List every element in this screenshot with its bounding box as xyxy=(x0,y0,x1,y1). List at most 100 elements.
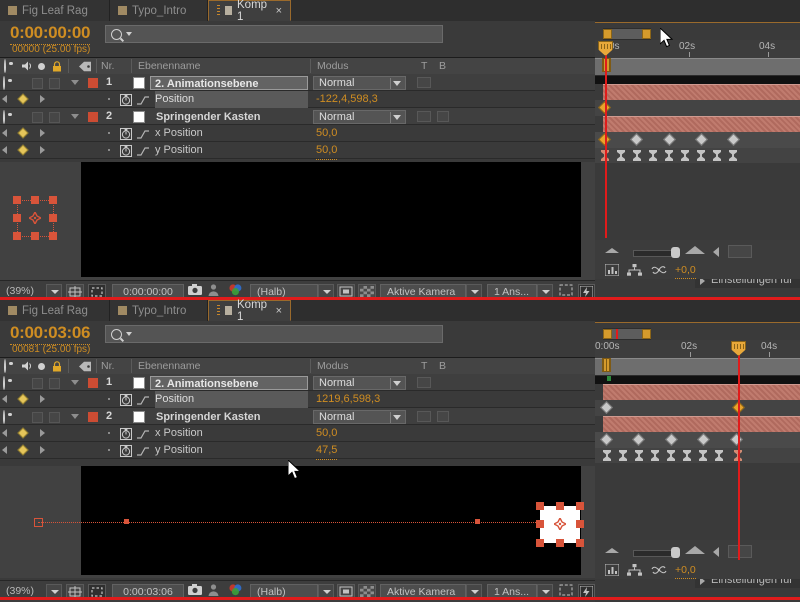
blend-mode-select[interactable]: Normal xyxy=(313,410,406,424)
lock-icon[interactable] xyxy=(52,61,62,75)
collapse-arrow-icon[interactable] xyxy=(713,247,719,257)
table-row[interactable]: Position -122,4,598,3 xyxy=(0,91,595,109)
collapse-arrow-icon[interactable] xyxy=(713,547,719,557)
property-value[interactable]: 1219,6,598,3 xyxy=(316,391,381,409)
layer-bar-1[interactable] xyxy=(603,84,800,101)
table-row[interactable]: Position 1219,6,598,3 xyxy=(0,391,595,409)
graph-toggle-button[interactable] xyxy=(728,245,752,258)
track-matte-box[interactable] xyxy=(417,411,431,422)
search-input[interactable] xyxy=(105,325,443,343)
keyframe-navigator[interactable] xyxy=(2,93,48,105)
graph-editor-icon[interactable] xyxy=(137,95,150,105)
tab-fig-leaf-rag[interactable]: Fig Leaf Rag xyxy=(0,300,110,321)
hold-keyframe[interactable] xyxy=(683,450,691,461)
hierarchy-icon[interactable] xyxy=(627,264,642,279)
keyframe[interactable] xyxy=(665,433,678,446)
keyframe-diamond-icon[interactable] xyxy=(17,444,29,456)
eye-icon[interactable] xyxy=(4,59,6,73)
hold-keyframe[interactable] xyxy=(665,150,673,161)
hold-keyframe[interactable] xyxy=(651,450,659,461)
hold-keyframe[interactable] xyxy=(729,150,737,161)
time-navigator-top[interactable] xyxy=(603,28,651,40)
column-header-mode[interactable]: Modus xyxy=(317,358,349,374)
column-header-b[interactable]: B xyxy=(439,58,446,74)
track-matte-box[interactable] xyxy=(417,77,431,88)
lock-icon[interactable] xyxy=(52,361,62,375)
label-color-swatch[interactable] xyxy=(88,112,98,122)
keyframe-diamond-icon[interactable] xyxy=(17,144,29,156)
column-header-mode[interactable]: Modus xyxy=(317,58,349,74)
stopwatch-icon[interactable] xyxy=(120,394,132,406)
keyframe[interactable] xyxy=(730,433,743,446)
hold-keyframe[interactable] xyxy=(619,450,627,461)
keyframe[interactable] xyxy=(695,133,708,146)
hold-keyframe[interactable] xyxy=(699,450,707,461)
chevron-down-icon[interactable] xyxy=(71,80,79,85)
search-input[interactable] xyxy=(105,25,443,43)
graph-editor-icon[interactable] xyxy=(137,146,150,156)
property-name[interactable]: x Position xyxy=(155,425,203,442)
eye-icon[interactable] xyxy=(3,110,5,124)
stopwatch-icon[interactable] xyxy=(120,145,132,157)
next-keyframe-icon[interactable] xyxy=(40,129,45,137)
lock-toggle[interactable] xyxy=(49,111,60,123)
stopwatch-icon[interactable] xyxy=(120,128,132,140)
column-header-layername[interactable]: Ebenenname xyxy=(138,358,200,374)
hold-keyframe[interactable] xyxy=(667,450,675,461)
keyframe-navigator[interactable] xyxy=(2,427,48,439)
keyframe[interactable] xyxy=(600,433,613,446)
graph-editor-icon[interactable] xyxy=(137,446,150,456)
keyframe[interactable] xyxy=(697,433,710,446)
solo-icon[interactable] xyxy=(38,63,45,70)
work-area-band-top[interactable] xyxy=(595,58,800,76)
zoom-slider-knob[interactable] xyxy=(671,247,680,258)
keyframe-track-y[interactable] xyxy=(595,448,800,463)
anchor-point-icon[interactable] xyxy=(552,516,568,532)
column-header-layername[interactable]: Ebenenname xyxy=(138,58,200,74)
next-keyframe-icon[interactable] xyxy=(40,446,45,454)
keyframe-diamond-icon[interactable] xyxy=(17,127,29,139)
layer-bar-2[interactable] xyxy=(603,116,800,133)
comp-canvas[interactable] xyxy=(81,466,581,575)
composition-viewer-top[interactable] xyxy=(0,162,595,280)
histogram-icon[interactable] xyxy=(604,563,620,579)
work-area-band-bottom[interactable] xyxy=(595,358,800,376)
label-color-swatch[interactable] xyxy=(88,378,98,388)
tab-close-icon[interactable]: × xyxy=(276,5,282,17)
property-name[interactable]: y Position xyxy=(155,142,203,159)
layer-bar-1[interactable] xyxy=(603,384,800,401)
column-header-b[interactable]: B xyxy=(439,358,446,374)
hold-keyframe[interactable] xyxy=(635,450,643,461)
keyframe-track-y[interactable] xyxy=(595,148,800,163)
prev-keyframe-icon[interactable] xyxy=(2,129,7,137)
composition-viewer-bottom[interactable] xyxy=(0,466,595,578)
blend-mode-select[interactable]: Normal xyxy=(313,376,406,390)
keyframe-track-x[interactable] xyxy=(595,132,800,148)
property-value[interactable]: 50,0 xyxy=(316,142,338,160)
exposure-value[interactable]: +0,0 xyxy=(675,263,696,279)
graph-editor-icon[interactable] xyxy=(137,429,150,439)
lock-toggle[interactable] xyxy=(49,411,60,423)
table-row[interactable]: x Position 50,0 xyxy=(0,425,595,443)
column-header-nr[interactable]: Nr. xyxy=(101,58,114,74)
blend-mode-select[interactable]: Normal xyxy=(313,110,406,124)
solo-icon[interactable] xyxy=(38,363,45,370)
current-timecode[interactable]: 0:00:00:00 xyxy=(10,23,90,45)
column-header-t[interactable]: T xyxy=(421,58,427,74)
current-timecode[interactable]: 0:00:03:06 xyxy=(10,323,90,345)
layer-name[interactable]: Springender Kasten xyxy=(152,110,307,124)
label-color-swatch[interactable] xyxy=(88,78,98,88)
next-keyframe-icon[interactable] xyxy=(40,95,45,103)
tab-typo-intro[interactable]: Typo_Intro xyxy=(110,300,208,321)
hold-keyframe[interactable] xyxy=(633,150,641,161)
lock-toggle[interactable] xyxy=(49,377,60,389)
zoom-out-icon[interactable] xyxy=(605,248,619,253)
tab-close-icon[interactable]: × xyxy=(276,305,282,317)
eye-icon[interactable] xyxy=(3,376,5,390)
anchor-point-icon[interactable] xyxy=(27,210,43,226)
motion-path-point[interactable] xyxy=(475,519,480,524)
property-value[interactable]: -122,4,598,3 xyxy=(316,91,378,109)
property-name[interactable]: y Position xyxy=(155,442,203,459)
table-row[interactable]: y Position 50,0 xyxy=(0,142,595,160)
property-name[interactable]: Position xyxy=(155,391,308,408)
